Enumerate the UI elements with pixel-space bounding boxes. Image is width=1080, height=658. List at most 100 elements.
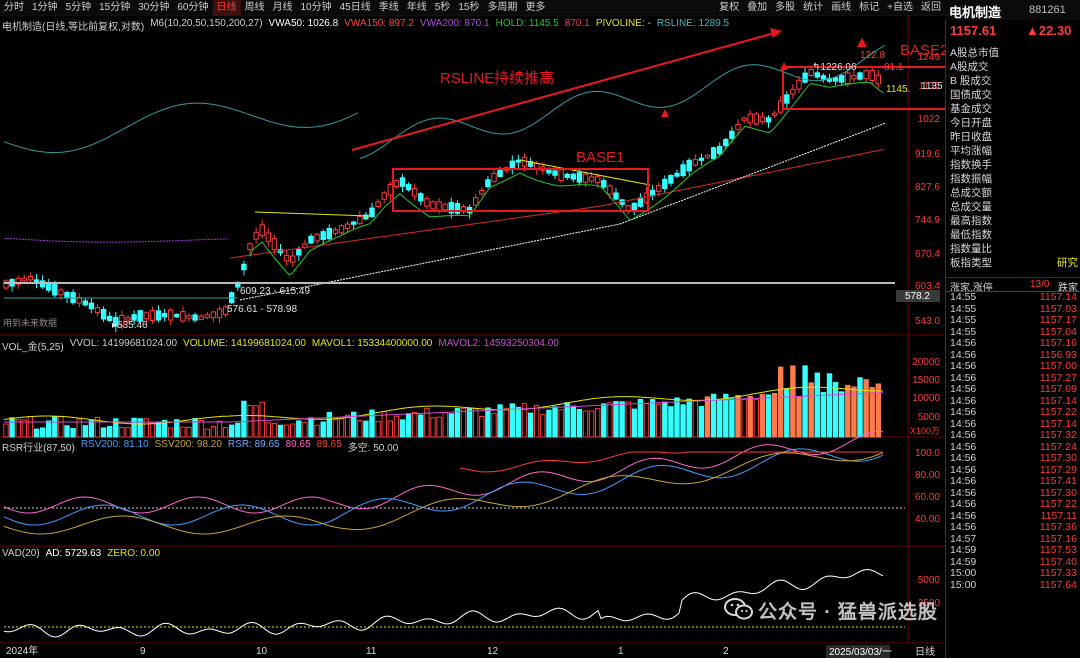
candle [839,75,845,83]
volume-bar [485,407,491,438]
volume-bar [58,415,64,438]
stock-name: 电机制造 [949,5,1002,20]
candle [21,277,28,282]
date-axis-label: 9 [140,646,146,657]
volume-bar [601,403,607,438]
volume-axis-label: 15000 [912,375,940,386]
candle [845,72,851,85]
candle [558,169,564,181]
candle [405,184,412,191]
volume-bar [503,407,509,438]
stock-chart[interactable]: 124911351022919.6827.6744.9670.4603.4543… [0,0,945,658]
candle [796,79,802,90]
candle [155,310,162,321]
volume-bar [698,405,705,438]
tick-price: 1157.22 [1039,406,1077,418]
volume-bar [588,410,595,438]
volume-bar [271,422,278,438]
volume-bar [619,401,625,438]
volume-bar [820,392,827,438]
candle [88,302,95,310]
volume-bar [277,424,284,438]
candle [381,192,387,200]
tick-row: 15:00 1157.64 [946,578,1080,592]
candle [46,282,52,291]
rsr-axis-label: 100.0 [915,448,940,459]
volume-unit: X100万 [910,426,940,436]
candle [753,113,759,125]
volume-info: VOL_金(5,25) VVOL: 14199681024.00 VOLUME:… [2,338,559,353]
candle [607,185,613,195]
tick-price: 1157.17 [1039,314,1077,326]
volume-bar [656,403,662,438]
tick-price: 1157.33 [1039,567,1077,579]
vwa200-line [3,237,230,243]
tick-time: 14:56 [950,498,977,510]
candle [375,201,381,207]
candle [100,308,107,320]
volume-bar [649,399,656,438]
tick-time: 14:56 [950,360,977,372]
tick-list[interactable]: 14:55 1157.14 14:55 1157.03 14:55 1157.17 14:5… [946,291,1080,591]
candle [710,147,717,160]
volume-bar [735,395,741,438]
tick-time: 14:55 [950,291,977,303]
rsline-line [3,102,359,154]
candle [680,164,686,177]
future-data-note: 用到未来数据 [3,317,57,328]
candle [832,77,839,82]
volume-bar [552,406,558,438]
date-mode-label: 日线 [915,645,935,658]
candle [674,172,680,177]
candle [399,177,406,187]
candle [94,307,101,314]
tick-price: 1157.36 [1039,521,1077,533]
candle [314,233,320,242]
last-price-label: 578.2 [905,291,930,302]
hold-line [249,81,884,276]
candle [259,224,265,237]
candle [82,300,88,306]
volume-bar [546,409,552,438]
tick-price: 1157.41 [1039,475,1077,487]
rsr3-label: 89.65 [316,439,342,450]
candle [509,160,516,170]
tick-time: 14:55 [950,314,977,326]
candle [473,197,479,206]
candle [771,112,778,116]
quote-label: 最低指数 [950,229,992,241]
tick-row: 14:59 1157.53 [946,544,1080,557]
quote-label: 基金成交 [950,103,992,115]
volume-bar [741,399,747,438]
tick-time: 14:56 [950,475,977,487]
tick-time: 14:56 [950,337,977,349]
quote-label: 指数换手 [950,159,992,171]
candle [717,146,723,155]
candle [625,205,631,212]
candle [320,231,326,241]
volume-bar [235,422,241,438]
volume-bar [290,423,296,438]
volume-bar [387,420,394,438]
tick-price: 1157.14 [1039,291,1077,303]
volume-bar [662,401,668,438]
candle [210,311,217,319]
volume-bar [582,410,589,438]
volume-bar [70,427,76,438]
tick-price: 1157.22 [1039,498,1077,510]
volume-bar [46,420,52,438]
volume-bar [3,423,9,438]
candle [497,169,503,177]
trend-arrow-line [351,31,779,151]
volume-bar [564,402,570,438]
candle [418,193,424,202]
candle [174,314,180,318]
tick-time: 15:00 [950,578,977,591]
tick-row: 14:55 1157.14 [946,291,1080,304]
volume-bar [88,420,95,438]
date-axis-label: 2024年 [6,644,38,657]
candle [637,197,644,207]
candle [723,138,729,147]
vvol-label: VVOL: 14199681024.00 [69,338,178,349]
volume-bar [790,365,796,438]
